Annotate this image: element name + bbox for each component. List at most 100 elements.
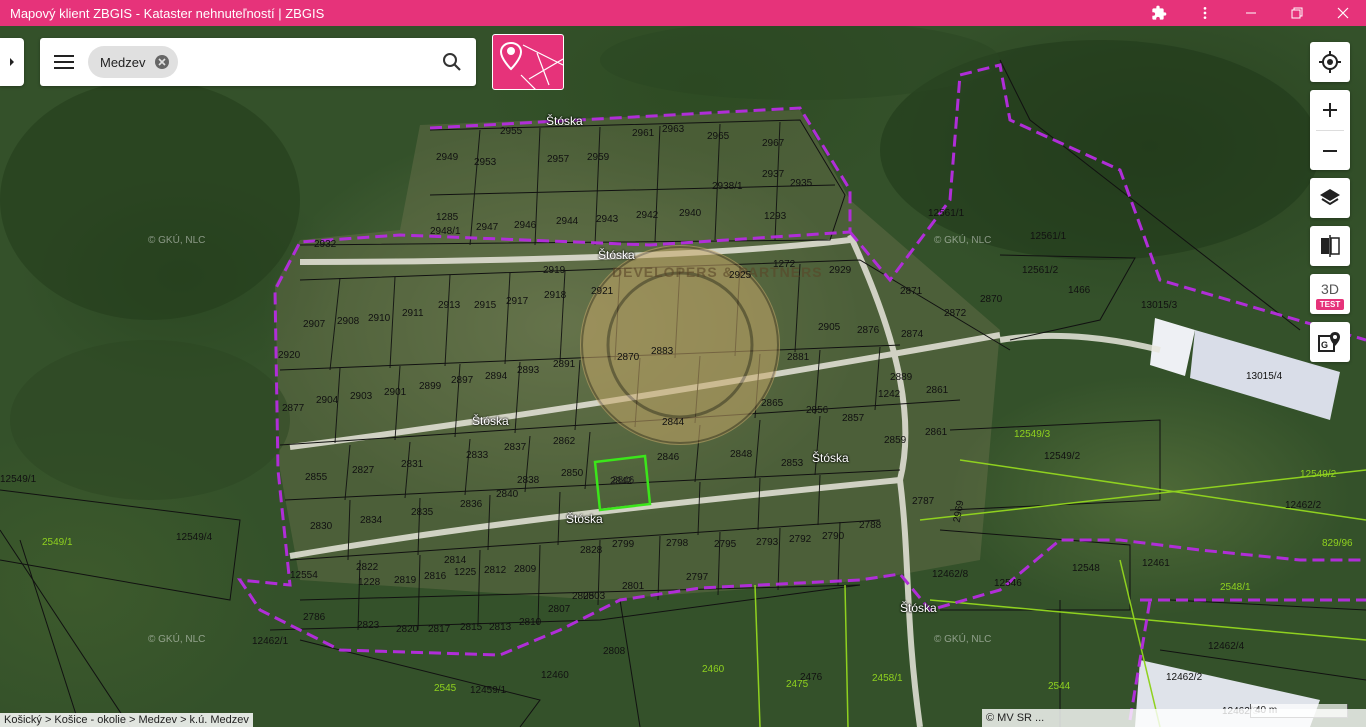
- layers-button[interactable]: [1310, 178, 1350, 218]
- parcel-label: 12462/1: [252, 636, 289, 647]
- parcel-label: 12462/2: [1285, 500, 1322, 511]
- parcel-label: 829/96: [1322, 538, 1353, 549]
- parcel-label: 2949: [436, 152, 459, 163]
- parcel-label: 2942: [636, 210, 659, 221]
- parcel-label: 2937: [762, 169, 785, 180]
- street-label: Štóska: [566, 512, 603, 526]
- map-labels: Štóska Štóska Štóska Štóska Štóska Štósk…: [0, 26, 1366, 727]
- parcel-label: 2910: [368, 313, 391, 324]
- parcel-label: 12462/8: [932, 569, 969, 580]
- parcel-label: 12549/4: [176, 532, 213, 543]
- parcel-label: 2862: [553, 436, 576, 447]
- cadastre-parcel-icon: [499, 41, 563, 89]
- parcel-label: 2817: [428, 624, 451, 635]
- parcel-label: 2925: [729, 270, 752, 281]
- parcel-label: 2809: [514, 564, 537, 575]
- extension-icon[interactable]: [1136, 0, 1182, 26]
- parcel-label: 12549/1: [0, 474, 37, 485]
- parcel-label: 2793: [756, 537, 779, 548]
- parcel-label: 2943: [596, 214, 619, 225]
- search-icon[interactable]: [440, 50, 464, 74]
- parcel-label: 2548/1: [1220, 582, 1251, 593]
- parcel-label: 2820: [396, 624, 419, 635]
- compare-button[interactable]: [1310, 226, 1350, 266]
- parcel-label: 2905: [818, 322, 841, 333]
- parcel-label: 2957: [547, 154, 570, 165]
- parcel-label: 2870: [617, 352, 640, 363]
- window-title: Mapový klient ZBGIS - Kataster nehnuteľn…: [10, 5, 325, 21]
- zoom-out-icon: [1323, 150, 1337, 152]
- street-label: Štóska: [546, 114, 583, 128]
- parcel-label: 2846: [657, 452, 680, 463]
- chevron-right-icon: [10, 58, 14, 66]
- zoom-out-button[interactable]: [1310, 131, 1350, 171]
- parcel-label: 2798: [666, 538, 689, 549]
- parcel-label: 2883: [651, 346, 674, 357]
- parcel-label: 12548: [1072, 563, 1100, 574]
- parcel-label: 2938/1: [712, 181, 743, 192]
- parcel-label: 2856: [806, 405, 829, 416]
- map-canvas[interactable]: Štóska Štóska Štóska Štóska Štóska Štósk…: [0, 26, 1366, 727]
- parcel-label: 12561/1: [928, 208, 965, 219]
- parcel-label: 12462/2: [1166, 672, 1203, 683]
- parcel-label: 2808: [603, 646, 626, 657]
- parcel-label: 2897: [451, 375, 474, 386]
- parcel-label: 2460: [702, 664, 725, 675]
- selected-parcel-label[interactable]: 2846: [612, 475, 634, 486]
- chip-remove-icon[interactable]: [154, 54, 170, 70]
- parcel-label: 1228: [358, 577, 381, 588]
- three-d-button[interactable]: 3D TEST: [1310, 274, 1350, 314]
- parcel-label: 2913: [438, 300, 461, 311]
- parcel-label: 2822: [356, 562, 379, 573]
- parcel-label: 2963: [662, 124, 685, 135]
- map-watermark: © GKÚ, NLC: [148, 235, 206, 246]
- map-watermark: © GKÚ, NLC: [934, 634, 992, 645]
- google-maps-icon: G: [1318, 332, 1340, 352]
- parcel-label: 2953: [474, 157, 497, 168]
- menu-icon[interactable]: [52, 50, 76, 74]
- parcel-label: 2920: [278, 350, 301, 361]
- parcel-label: 2915: [474, 300, 497, 311]
- parcel-label: 2876: [857, 325, 880, 336]
- close-icon[interactable]: [1320, 0, 1366, 26]
- parcel-label: 2833: [466, 450, 489, 461]
- more-vert-icon[interactable]: [1182, 0, 1228, 26]
- parcel-label: 2476: [800, 672, 823, 683]
- parcel-label: 2830: [310, 521, 333, 532]
- parcel-label: 2853: [781, 458, 804, 469]
- parcel-label: 2901: [384, 387, 407, 398]
- parcel-label: 2549/1: [42, 537, 73, 548]
- panel-toggle-button[interactable]: [0, 38, 24, 86]
- parcel-label: 2848: [730, 449, 753, 460]
- my-location-button[interactable]: [1310, 42, 1350, 82]
- parcel-label: 2840: [496, 489, 519, 500]
- parcel-label: 2870: [980, 294, 1003, 305]
- zoom-in-button[interactable]: [1310, 90, 1350, 130]
- parcel-label: 2935: [790, 178, 813, 189]
- cadastre-parcel-button[interactable]: [492, 34, 564, 90]
- attribution[interactable]: © MV SR ...: [982, 709, 1366, 727]
- map-watermark: © GKÚ, NLC: [934, 235, 992, 246]
- parcel-label: 2872: [944, 308, 967, 319]
- restore-icon[interactable]: [1274, 0, 1320, 26]
- parcel-label: 2903: [350, 391, 373, 402]
- parcel-label: 2844: [662, 417, 685, 428]
- parcel-label: 2819: [394, 575, 417, 586]
- parcel-label: 2917: [506, 296, 529, 307]
- minimize-icon[interactable]: [1228, 0, 1274, 26]
- street-label: Štóska: [900, 601, 937, 615]
- parcel-label: 2790: [822, 531, 845, 542]
- location-chip[interactable]: Medzev: [88, 46, 178, 78]
- parcel-label: 13015/3: [1141, 300, 1178, 311]
- street-label: Štóska: [812, 451, 849, 465]
- parcel-label: 2807: [548, 604, 571, 615]
- parcel-label: 12554: [290, 570, 318, 581]
- parcel-label: 2797: [686, 572, 709, 583]
- parcel-label: 2813: [489, 622, 512, 633]
- parcel-label: 2792: [789, 534, 812, 545]
- google-maps-button[interactable]: G: [1310, 322, 1350, 362]
- chip-label: Medzev: [100, 54, 146, 70]
- breadcrumb[interactable]: Košický > Košice - okolie > Medzev > k.ú…: [0, 713, 253, 727]
- parcel-label: 2831: [401, 459, 424, 470]
- parcel-label: 2795: [714, 539, 737, 550]
